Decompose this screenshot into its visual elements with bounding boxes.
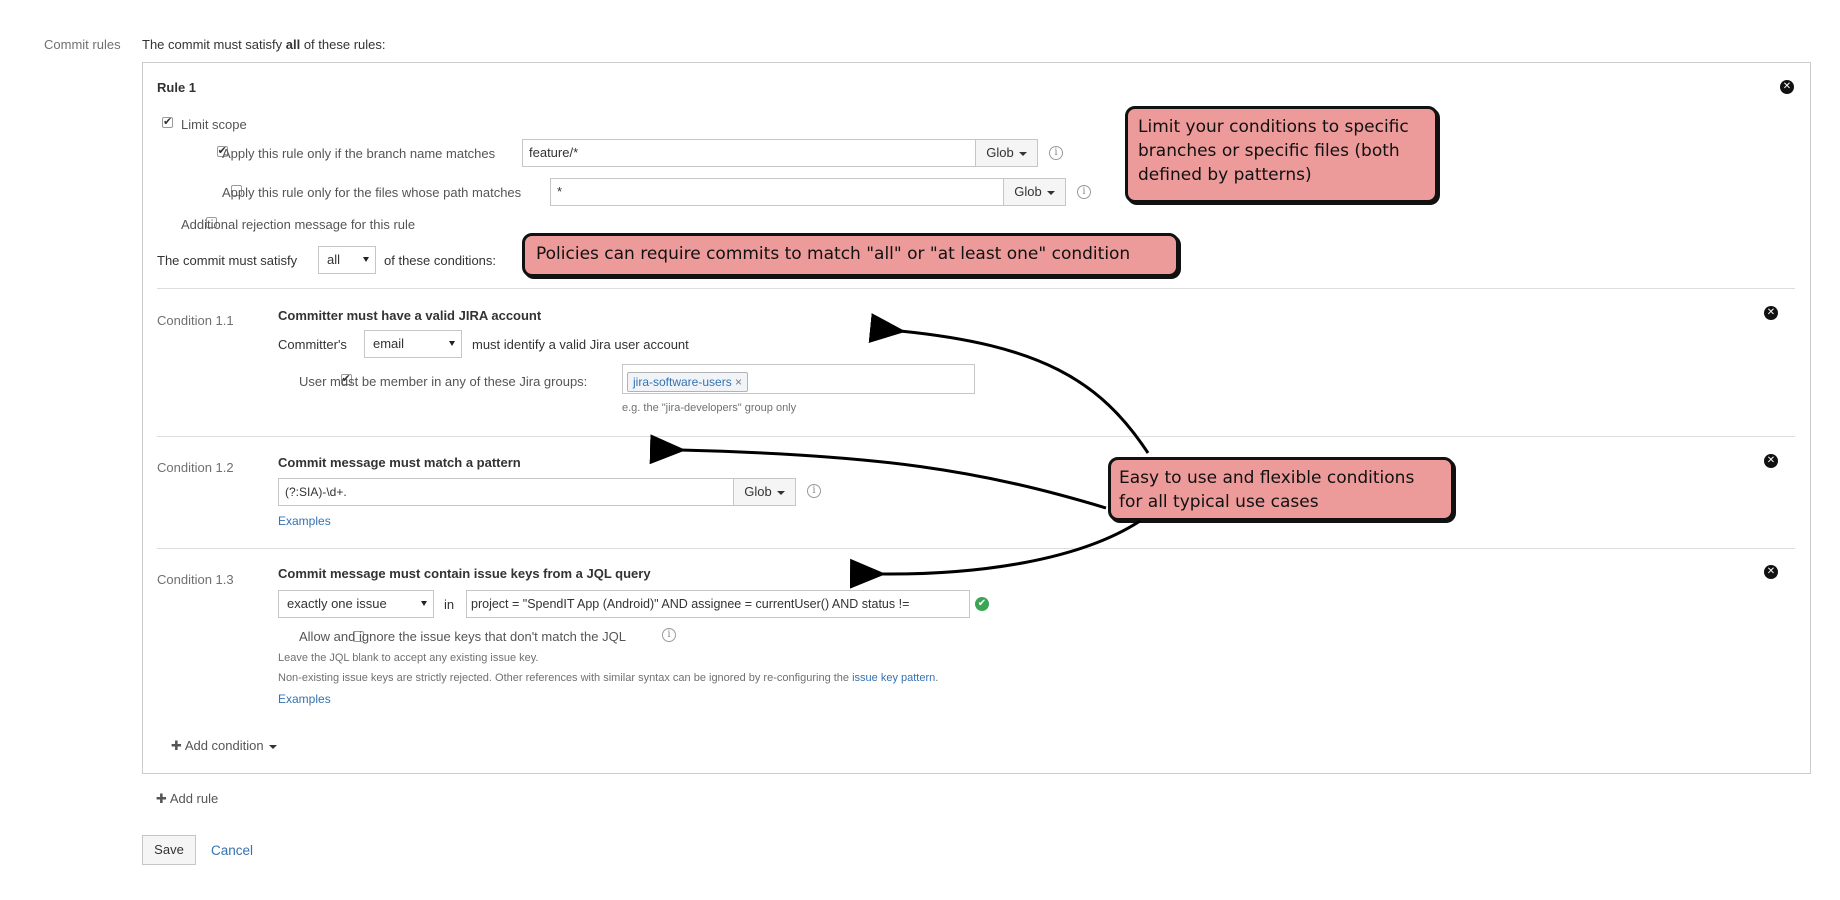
callout-arrows	[649, 313, 1150, 589]
arrow-to-condition-1-3	[849, 519, 1141, 589]
arrow-to-condition-1-1	[868, 313, 1150, 454]
arrow-to-condition-1-2	[649, 434, 1107, 510]
